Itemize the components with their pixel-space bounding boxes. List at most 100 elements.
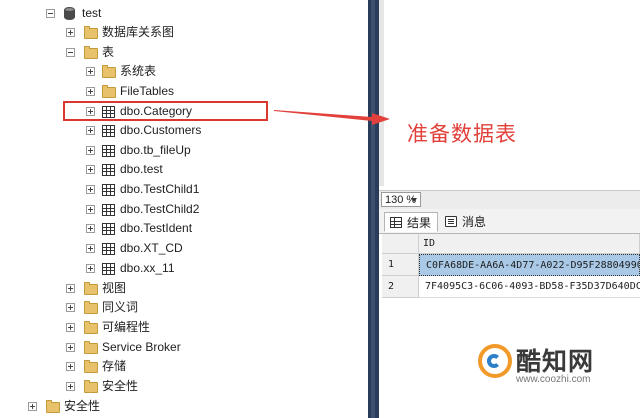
tree-node-filetables[interactable]: FileTables (84, 82, 364, 101)
expand-icon[interactable] (86, 185, 95, 194)
table-icon (102, 145, 115, 157)
column-header[interactable]: ID (419, 234, 640, 254)
tree-node-database[interactable]: test (44, 4, 364, 23)
tree-label: 安全性 (102, 379, 139, 393)
row-number[interactable]: 2 (382, 276, 419, 298)
tree-node-table[interactable]: dbo.TestChild1 (84, 180, 364, 199)
tree-node-diagrams[interactable]: 数据库关系图 (64, 23, 364, 42)
watermark: 酷知网 www.coozhi.com (478, 342, 640, 392)
tree-node-table[interactable]: dbo.TestChild2 (84, 200, 364, 219)
tree-label: dbo.TestIdent (120, 221, 193, 235)
expand-icon[interactable] (86, 87, 95, 96)
collapse-icon[interactable] (66, 48, 75, 57)
tree-label: 可编程性 (102, 320, 151, 334)
tree-node-server-security[interactable]: 安全性 (26, 397, 356, 416)
tree-node-table[interactable]: dbo.xx_11 (84, 259, 364, 278)
database-icon (64, 7, 75, 20)
tab-label: 消息 (462, 215, 487, 229)
table-icon (102, 223, 115, 235)
tree-node-tables[interactable]: 表 (64, 43, 364, 62)
tree-node-storage[interactable]: 存储 (64, 357, 364, 376)
tree-label: 表 (102, 45, 115, 59)
expand-icon[interactable] (86, 67, 95, 76)
tree-node-table[interactable]: dbo.test (84, 160, 364, 179)
tree-label: 系统表 (120, 64, 157, 78)
table-icon (102, 204, 115, 216)
grid-cell[interactable]: C0FA68DE-AA6A-4D77-A022-D95F28804990 (419, 254, 640, 276)
table-icon (102, 263, 115, 275)
tree-node-programmability[interactable]: 可编程性 (64, 318, 364, 337)
folder-icon (84, 321, 98, 334)
folder-icon (84, 282, 98, 295)
zoom-bar: 130 % (379, 190, 640, 210)
tree-node-synonyms[interactable]: 同义词 (64, 298, 364, 317)
tree-node-views[interactable]: 视图 (64, 279, 364, 298)
tree-label: 安全性 (64, 399, 101, 413)
tree-node-system-tables[interactable]: 系统表 (84, 62, 364, 81)
tab-results[interactable]: 结果 (384, 212, 438, 232)
tree-label: Service Broker (102, 340, 181, 354)
tree-label: dbo.tb_fileUp (120, 143, 191, 157)
chevron-down-icon (411, 198, 417, 202)
tree-label: FileTables (120, 84, 175, 98)
tree-label: 视图 (102, 281, 127, 295)
tree-label: 存储 (102, 359, 127, 373)
result-tabs: 结果 消息 (379, 209, 640, 234)
row-number[interactable]: 1 (382, 254, 419, 276)
tree-label: test (82, 6, 102, 20)
tree-label: dbo.Customers (120, 123, 202, 137)
grid-cell[interactable]: 7F4095C3-6C06-4093-BD58-F35D37D640DC (419, 276, 640, 298)
expand-icon[interactable] (86, 126, 95, 135)
tree-node-table[interactable]: dbo.XT_CD (84, 239, 364, 258)
table-icon (102, 164, 115, 176)
annotation-arrow (274, 110, 390, 125)
watermark-name: 酷知网 (516, 347, 595, 376)
expand-icon[interactable] (66, 303, 75, 312)
row-header-corner (382, 234, 419, 254)
tree-label: dbo.xx_11 (120, 261, 175, 275)
tree-node-table[interactable]: dbo.TestIdent (84, 219, 364, 238)
expand-icon[interactable] (86, 224, 95, 233)
pane-splitter[interactable] (368, 0, 379, 418)
watermark-url: www.coozhi.com (516, 374, 591, 385)
editor-gutter (379, 0, 384, 186)
expand-icon[interactable] (66, 343, 75, 352)
expand-icon[interactable] (86, 205, 95, 214)
tree-node-table[interactable]: dbo.tb_fileUp (84, 141, 364, 160)
message-icon (445, 216, 457, 227)
table-icon (102, 243, 115, 255)
tree-node-service-broker[interactable]: Service Broker (64, 338, 364, 357)
folder-icon (84, 360, 98, 373)
tab-label: 结果 (407, 216, 432, 230)
expand-icon[interactable] (66, 382, 75, 391)
zoom-select[interactable]: 130 % (381, 192, 421, 207)
tree-label: dbo.test (120, 162, 163, 176)
tree-label: 同义词 (102, 300, 139, 314)
tree-label: dbo.TestChild2 (120, 202, 200, 216)
folder-icon (84, 26, 98, 39)
expand-icon[interactable] (66, 28, 75, 37)
tree-label: dbo.XT_CD (120, 241, 183, 255)
tree-label: dbo.TestChild1 (120, 182, 200, 196)
highlight-box (63, 101, 268, 121)
expand-icon[interactable] (86, 146, 95, 155)
folder-icon (84, 380, 98, 393)
grid-icon (390, 217, 402, 228)
tab-messages[interactable]: 消息 (440, 212, 494, 232)
folder-icon (84, 341, 98, 354)
query-editor[interactable] (379, 0, 640, 186)
folder-icon (84, 301, 98, 314)
expand-icon[interactable] (66, 362, 75, 371)
expand-icon[interactable] (28, 402, 37, 411)
expand-icon[interactable] (66, 284, 75, 293)
object-explorer-tree: test 数据库关系图 表 系统表 FileTables dbo.Categor… (0, 0, 368, 418)
table-icon (102, 184, 115, 196)
folder-icon (84, 46, 98, 59)
expand-icon[interactable] (66, 323, 75, 332)
expand-icon[interactable] (86, 244, 95, 253)
expand-icon[interactable] (86, 264, 95, 273)
expand-icon[interactable] (86, 165, 95, 174)
tree-node-db-security[interactable]: 安全性 (64, 377, 364, 396)
annotation-text: 准备数据表 (407, 122, 517, 146)
collapse-icon[interactable] (46, 9, 55, 18)
